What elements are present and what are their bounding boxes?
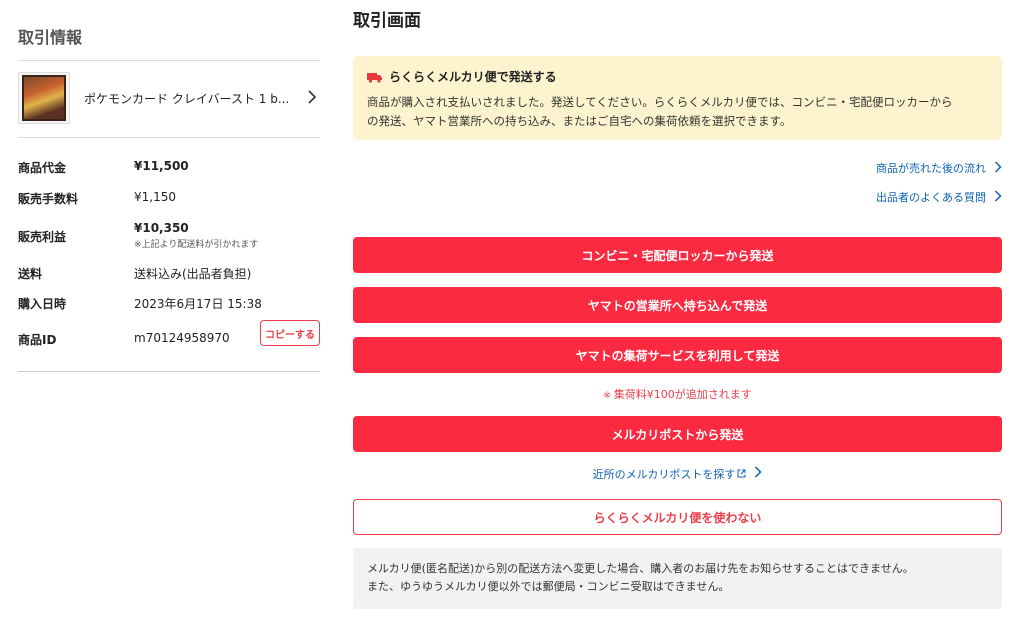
page-title: 取引画面 <box>353 11 421 31</box>
divider <box>18 60 320 61</box>
note-mark: ※ <box>603 391 611 401</box>
purchase-date-label: 購入日時 <box>18 297 67 311</box>
ship-yamato-pickup-button[interactable]: ヤマトの集荷サービスを利用して発送 <box>353 337 1002 373</box>
profit-label: 販売利益 <box>18 230 67 244</box>
product-link[interactable]: ポケモンカード クレイバースト 1 b... <box>18 70 320 126</box>
price-value: ¥11,500 <box>134 159 189 173</box>
info-line: また、ゆうゆうメルカリ便以外では郵便局・コンビニ受取はできません。 <box>367 580 730 593</box>
item-id-label: 商品ID <box>18 333 57 347</box>
fee-label: 販売手数料 <box>18 192 79 206</box>
copy-button[interactable]: コピーする <box>260 320 320 346</box>
product-thumbnail <box>18 72 70 124</box>
external-link-icon <box>737 469 746 481</box>
find-post-label: 近所のメルカリポストを探す <box>592 468 736 481</box>
price-label: 商品代金 <box>18 161 67 175</box>
link-seller-faq[interactable]: 出品者のよくある質問 <box>876 189 1002 205</box>
pickup-fee-note: ※ 集荷料¥100が追加されます <box>353 386 1002 402</box>
chevron-right-icon <box>754 466 762 481</box>
shipping-value: 送料込み(出品者負担) <box>134 267 252 281</box>
link-faq-label: 出品者のよくある質問 <box>876 191 986 204</box>
truck-icon <box>367 72 383 83</box>
shipping-label: 送料 <box>18 267 43 281</box>
item-id-value: m70124958970 <box>134 331 230 345</box>
profit-note: ※上記より配送料が引かれます <box>134 240 259 250</box>
shipping-change-info: メルカリ便(匿名配送)から別の配送方法へ変更した場合、購入者のお届け先をお知らせ… <box>353 548 1002 609</box>
divider <box>18 137 320 138</box>
divider <box>18 371 320 372</box>
ship-yamato-office-button[interactable]: ヤマトの営業所へ持ち込んで発送 <box>353 287 1002 323</box>
profit-value: ¥10,350 <box>134 221 189 235</box>
notice-heading: らくらくメルカリ便で発送する <box>389 70 557 84</box>
transaction-info-title: 取引情報 <box>18 28 83 47</box>
info-line: メルカリ便(匿名配送)から別の配送方法へ変更した場合、購入者のお届け先をお知らせ… <box>367 562 914 575</box>
chevron-right-icon <box>994 160 1002 176</box>
notice-body: 商品が購入され支払いされました。発送してください。らくらくメルカリ便では、コンビ… <box>367 93 988 131</box>
find-mercari-post-link[interactable]: 近所のメルカリポストを探す <box>353 466 1002 482</box>
pickup-fee-text: 集荷料¥100が追加されます <box>613 388 752 401</box>
notice-line: の発送、ヤマト営業所への持ち込み、またはご自宅への集荷依頼を選択できます。 <box>367 114 792 128</box>
link-flow-after-sale[interactable]: 商品が売れた後の流れ <box>876 160 1002 176</box>
shipping-notice: らくらくメルカリ便で発送する 商品が購入され支払いされました。発送してください。… <box>353 56 1002 140</box>
ship-mercari-post-button[interactable]: メルカリポストから発送 <box>353 416 1002 452</box>
no-rakuraku-button[interactable]: らくらくメルカリ便を使わない <box>353 499 1002 535</box>
purchase-date-value: 2023年6月17日 15:38 <box>134 297 262 311</box>
chevron-right-icon <box>304 89 320 108</box>
link-flow-label: 商品が売れた後の流れ <box>876 162 986 175</box>
fee-value: ¥1,150 <box>134 190 176 204</box>
product-name: ポケモンカード クレイバースト 1 b... <box>84 91 290 106</box>
ship-convenience-button[interactable]: コンビニ・宅配便ロッカーから発送 <box>353 237 1002 273</box>
chevron-right-icon <box>994 189 1002 205</box>
notice-line: 商品が購入され支払いされました。発送してください。らくらくメルカリ便では、コンビ… <box>367 95 953 109</box>
